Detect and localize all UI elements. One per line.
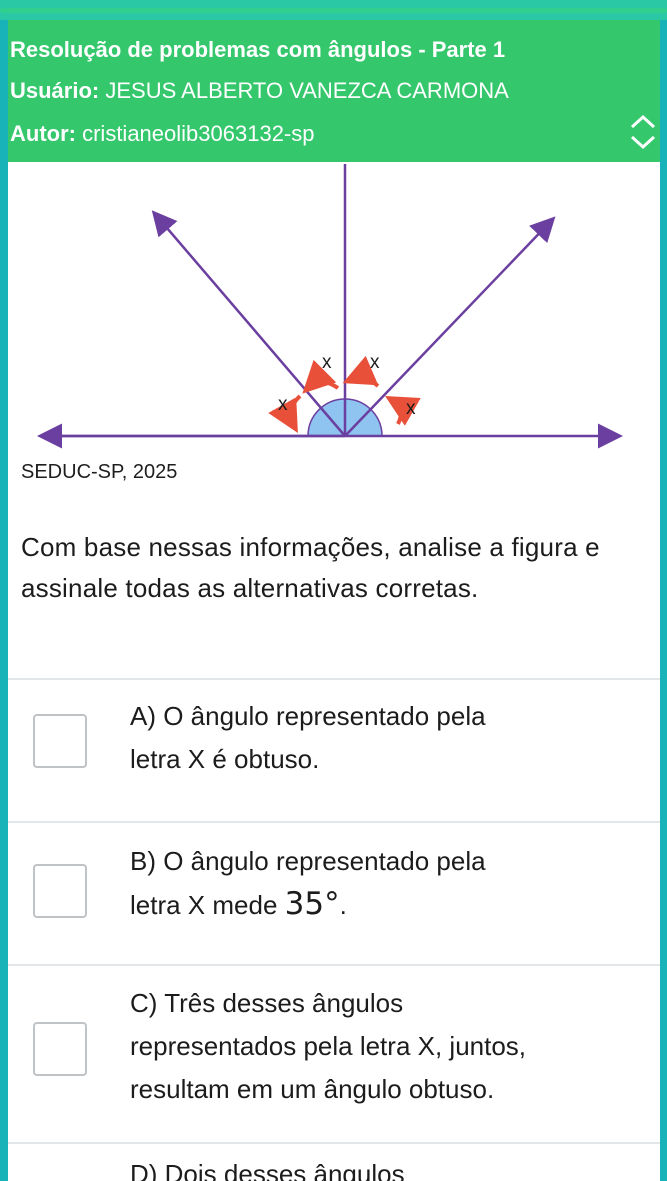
angle-arrow [302,359,340,394]
question-prompt: Com base nessas informações, analise a f… [21,532,600,603]
option-a-line: letra X é obtuso. [130,744,320,774]
angle-figure: x x x x [8,162,660,462]
author-value: cristianeolib3063132-sp [82,121,315,146]
option-a-text: A) O ângulo representado pela letra X é … [130,695,650,781]
ray-right [344,216,556,437]
option-a-line: A) O ângulo representado pela [130,701,486,731]
angle-label: x [322,352,332,373]
option-c[interactable]: C) Três desses ângulos representados pel… [8,966,660,1142]
option-a[interactable]: A) O ângulo representado pela letra X é … [8,680,660,821]
angle-label: x [406,398,416,419]
question-title: Resolução de problemas com ângulos - Par… [10,37,506,62]
option-c-line: representados pela letra X, juntos, [130,1031,527,1061]
option-b-line-text: letra X mede [130,890,285,920]
angle-label: x [370,352,380,373]
author-line: Autor: cristianeolib3063132-sp [10,121,314,147]
question-card: Resolução de problemas com ângulos - Par… [8,20,660,1181]
divider [8,1142,660,1144]
author-label: Autor: [10,121,76,146]
angle-arrow [268,394,302,433]
angle-label: x [278,394,288,415]
option-b-line: letra X mede 35°. [130,883,650,927]
user-value: JESUS ALBERTO VANEZCA CARMONA [105,78,509,103]
option-c-text: C) Três desses ângulos representados pel… [130,982,650,1111]
user-label: Usuário: [10,78,100,103]
option-b-line: B) O ângulo representado pela [130,846,486,876]
option-d-partial[interactable]: D) Dois desses ângulos [130,1159,405,1181]
question-header: Resolução de problemas com ângulos - Par… [8,20,660,162]
ray-left [151,210,346,437]
option-b-line-end: . [339,890,347,920]
status-notch [0,8,667,13]
option-a-checkbox[interactable] [33,714,87,768]
option-c-line: resultam em um ângulo obtuso. [130,1074,495,1104]
chevron-up-down-icon[interactable] [628,112,658,152]
status-strip [0,0,667,20]
option-b-value: 35° [284,886,340,922]
option-c-checkbox[interactable] [33,1022,87,1076]
angle-arrow [385,396,421,426]
option-c-line: C) Três desses ângulos [130,988,404,1018]
option-b-text: B) O ângulo representado pela letra X me… [130,840,650,927]
angle-arrow [342,355,380,388]
option-b[interactable]: B) O ângulo representado pela letra X me… [8,823,660,964]
option-b-checkbox[interactable] [33,864,87,918]
figure-source: SEDUC-SP, 2025 [21,461,178,483]
user-line: Usuário: JESUS ALBERTO VANEZCA CARMONA [10,78,509,104]
